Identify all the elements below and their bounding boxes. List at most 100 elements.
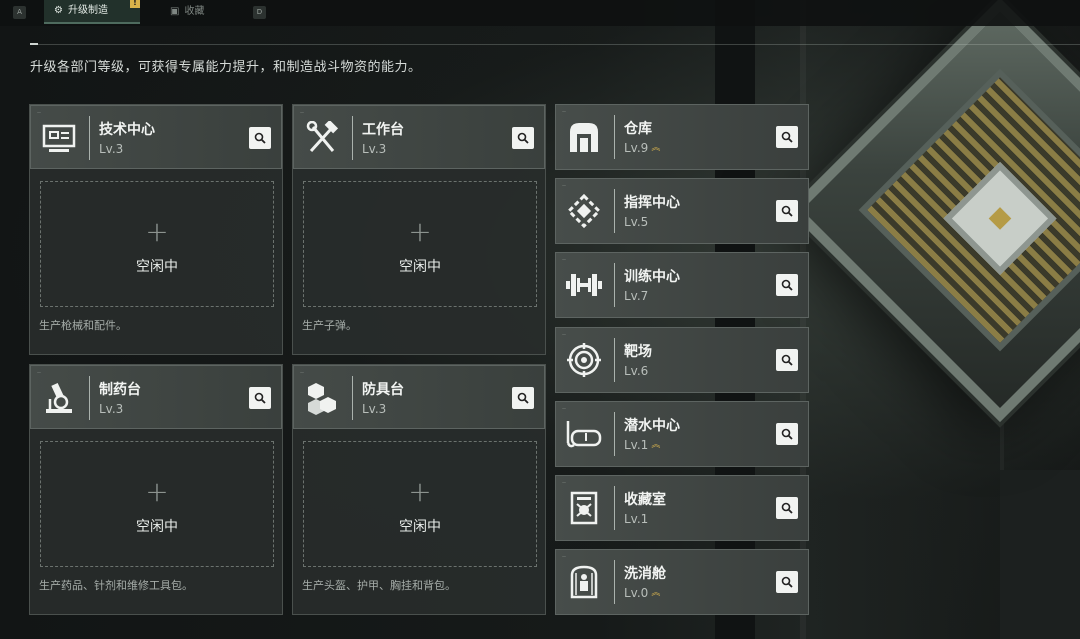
facility-card-warehouse[interactable]: — 仓库 Lv.9 ︽ xyxy=(555,104,809,170)
microscope-icon xyxy=(39,380,79,416)
facility-card-diving-center[interactable]: — 潜水中心 Lv.1 ︽ xyxy=(555,401,809,467)
header-tiny-label: — xyxy=(37,110,41,115)
tab-collection[interactable]: ▣ 收藏 xyxy=(160,0,236,24)
page-description: 升级各部门等级，可获得专属能力提升，和制造战斗物资的能力。 xyxy=(30,60,422,75)
facility-description: 生产药品、针剂和维修工具包。 xyxy=(39,579,193,592)
facility-header: — 技术中心 Lv.3 xyxy=(30,105,282,169)
diving-mask-icon xyxy=(564,416,604,452)
collection-icon: ▣ xyxy=(170,6,180,17)
dumbbell-icon xyxy=(564,267,604,303)
header-tiny-label: — xyxy=(562,257,566,262)
facility-description: 生产头盔、护甲、胸挂和背包。 xyxy=(302,579,456,592)
level-text: Lv.3 xyxy=(99,142,124,156)
search-button[interactable] xyxy=(776,200,798,222)
production-slot[interactable]: + 空闲中 xyxy=(303,181,537,307)
search-icon xyxy=(781,354,793,366)
search-icon xyxy=(517,132,529,144)
facility-name: 潜水中心 xyxy=(624,418,680,434)
facility-header: — 防具台 Lv.3 xyxy=(293,365,545,429)
facility-name: 训练中心 xyxy=(624,269,680,285)
search-button[interactable] xyxy=(776,126,798,148)
facility-level: Lv.0 ︽ xyxy=(624,586,660,600)
production-slot[interactable]: + 空闲中 xyxy=(303,441,537,567)
search-button[interactable] xyxy=(512,127,534,149)
level-text: Lv.3 xyxy=(99,402,124,416)
production-slot[interactable]: + 空闲中 xyxy=(40,441,274,567)
search-button[interactable] xyxy=(776,571,798,593)
header-separator xyxy=(89,116,90,160)
facility-name: 技术中心 xyxy=(99,122,155,138)
header-divider xyxy=(30,44,1080,45)
facility-card-workbench[interactable]: — 工作台 Lv.3 + 空闲中 生产子弹。 xyxy=(292,104,546,355)
plus-icon: + xyxy=(145,215,169,248)
search-button[interactable] xyxy=(776,274,798,296)
facility-level: Lv.6 xyxy=(624,364,648,378)
facility-card-armor-bench[interactable]: — 防具台 Lv.3 + 空闲中 生产头盔、护甲、胸挂和背包。 xyxy=(292,364,546,615)
slot-status: 空闲中 xyxy=(399,259,441,275)
search-button[interactable] xyxy=(512,387,534,409)
search-button[interactable] xyxy=(776,497,798,519)
header-tiny-label: — xyxy=(562,332,566,337)
production-slot[interactable]: + 空闲中 xyxy=(40,181,274,307)
tab-upgrade-label: 升级制造 xyxy=(67,5,108,16)
facility-name: 洗消舱 xyxy=(624,566,666,582)
facility-level: Lv.3 xyxy=(362,142,386,156)
facility-card-shooting-range[interactable]: — 靶场 Lv.6 xyxy=(555,327,809,393)
upgrade-available-icon: ︽ xyxy=(651,439,661,450)
search-icon xyxy=(517,392,529,404)
search-button[interactable] xyxy=(776,349,798,371)
header-tiny-label: — xyxy=(562,183,566,188)
facility-card-tech-center[interactable]: — 技术中心 Lv.3 + 空闲中 生产枪械和配件。 xyxy=(29,104,283,355)
facility-level: Lv.3 xyxy=(99,142,123,156)
search-icon xyxy=(781,279,793,291)
header-separator xyxy=(614,263,615,307)
tab-collection-label: 收藏 xyxy=(184,6,205,17)
facility-card-decontamination[interactable]: — 洗消舱 Lv.0 ︽ xyxy=(555,549,809,615)
target-icon xyxy=(564,342,604,378)
cube-core xyxy=(943,161,1057,276)
facility-name: 仓库 xyxy=(624,121,652,137)
header-separator xyxy=(614,412,615,456)
upgrade-available-icon: ︽ xyxy=(651,587,661,598)
plus-icon: + xyxy=(408,475,432,508)
facility-card-collection-room[interactable]: — 收藏室 Lv.1 xyxy=(555,475,809,541)
facility-card-pharmacy[interactable]: — 制药台 Lv.3 + 空闲中 生产药品、针剂和维修工具包。 xyxy=(29,364,283,615)
facility-card-training-center[interactable]: — 训练中心 Lv.7 xyxy=(555,252,809,318)
level-text: Lv.3 xyxy=(362,402,387,416)
search-button[interactable] xyxy=(249,127,271,149)
key-hint-right: D xyxy=(253,6,266,19)
search-button[interactable] xyxy=(776,423,798,445)
search-icon xyxy=(254,392,266,404)
facility-level: Lv.7 xyxy=(624,289,648,303)
top-tab-bar: A ⚙ 升级制造 ! ▣ 收藏 D xyxy=(0,0,1080,26)
header-separator xyxy=(352,376,353,420)
header-tiny-label: — xyxy=(562,109,566,114)
hammer-wrench-icon xyxy=(302,120,342,156)
search-button[interactable] xyxy=(249,387,271,409)
header-tiny-label: — xyxy=(300,370,304,375)
level-text: Lv.7 xyxy=(624,289,649,303)
level-text: Lv.9 xyxy=(624,141,649,155)
header-separator xyxy=(614,115,615,159)
search-icon xyxy=(254,132,266,144)
command-center-icon xyxy=(564,193,604,229)
level-text: Lv.5 xyxy=(624,215,649,229)
header-tiny-label: — xyxy=(562,554,566,559)
level-text: Lv.3 xyxy=(362,142,387,156)
cube-grille xyxy=(858,68,1080,352)
facility-level: Lv.9 ︽ xyxy=(624,141,660,155)
search-icon xyxy=(781,205,793,217)
collection-case-icon xyxy=(564,490,604,526)
facility-name: 防具台 xyxy=(362,382,404,398)
facility-level: Lv.3 xyxy=(99,402,123,416)
decontamination-pod-icon xyxy=(564,564,604,600)
facility-description: 生产子弹。 xyxy=(302,319,357,332)
tab-upgrade-manufacture[interactable]: ⚙ 升级制造 xyxy=(44,0,140,24)
background-pillar xyxy=(715,0,755,639)
header-separator xyxy=(89,376,90,420)
facility-name: 靶场 xyxy=(624,344,652,360)
facility-card-command-center[interactable]: — 指挥中心 Lv.5 xyxy=(555,178,809,244)
level-text: Lv.0 xyxy=(624,586,649,600)
facility-header: — 制药台 Lv.3 xyxy=(30,365,282,429)
header-tiny-label: — xyxy=(37,370,41,375)
